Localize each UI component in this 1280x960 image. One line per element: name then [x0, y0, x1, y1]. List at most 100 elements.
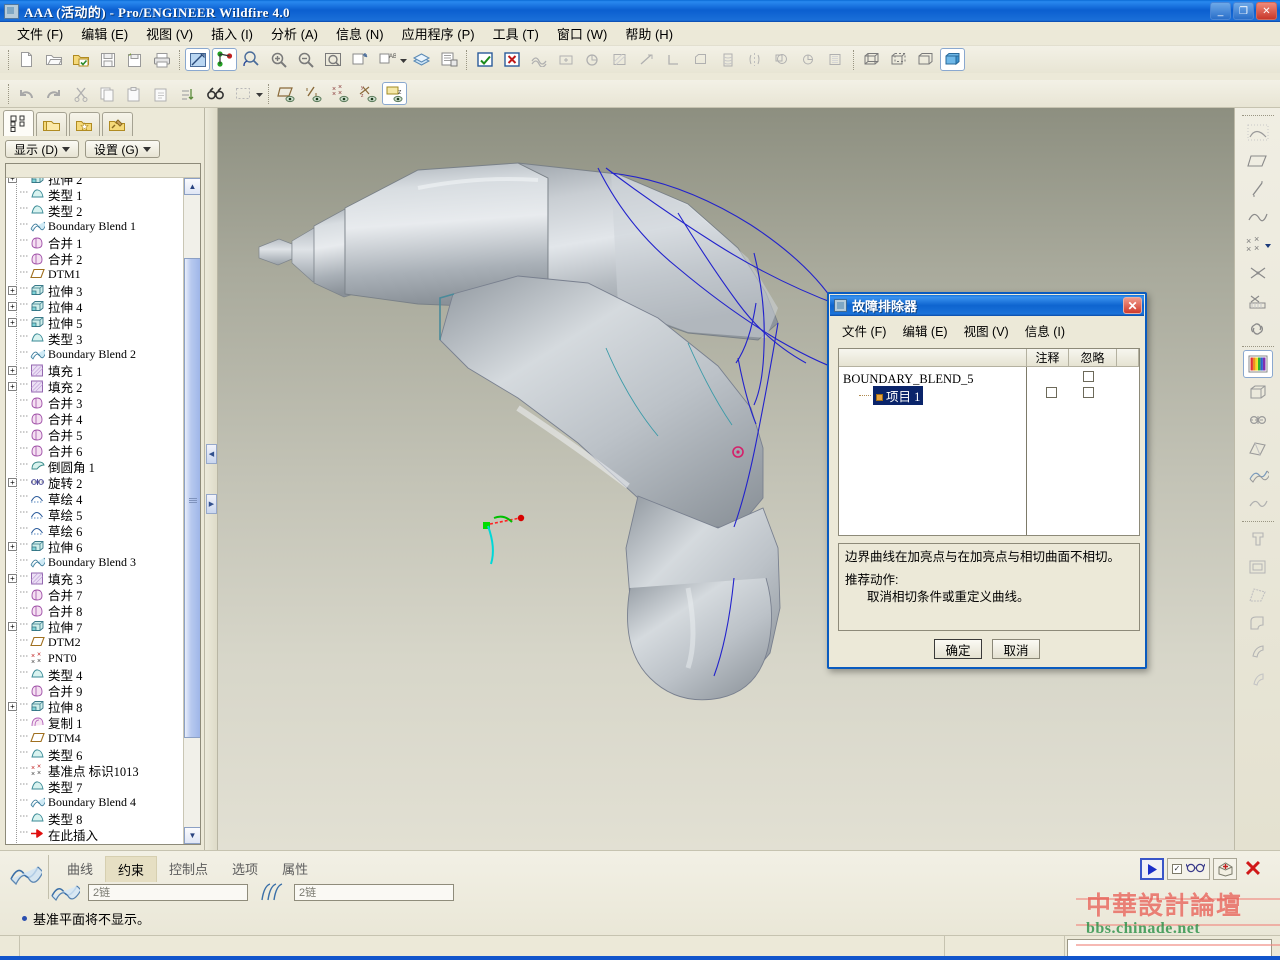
tree-item[interactable]: 草绘 4 [6, 490, 183, 507]
chevron-down-icon[interactable] [256, 87, 264, 101]
menu-window[interactable]: 窗口 (W) [548, 22, 617, 45]
cancel-feature-icon[interactable] [499, 48, 524, 71]
menu-analysis[interactable]: 分析 (A) [262, 22, 327, 45]
selection-filter-icon[interactable] [230, 82, 255, 105]
sweep-feature-icon[interactable] [1243, 434, 1273, 462]
dialog-menu-file[interactable]: 文件 (F) [835, 320, 893, 341]
close-button[interactable]: ✕ [1256, 2, 1277, 20]
scroll-thumb[interactable] [184, 258, 200, 738]
tree-expand-toggle[interactable]: + [8, 477, 17, 487]
new-file-icon[interactable] [14, 48, 39, 71]
chevron-down-icon[interactable] [400, 53, 408, 67]
preview-checkbox[interactable]: ✓ [1172, 864, 1182, 874]
round-feature-icon[interactable] [1243, 609, 1273, 637]
tree-expand-toggle[interactable]: + [8, 541, 17, 551]
splitter-collapse-left[interactable]: ◀ [206, 444, 217, 464]
panel-splitter[interactable]: ◀ ▶ [205, 108, 218, 850]
extrude-tool-icon[interactable] [661, 48, 686, 71]
tree-expand-toggle[interactable]: + [8, 301, 17, 311]
style-feature-icon[interactable] [1243, 490, 1273, 518]
model-player-icon[interactable] [436, 48, 461, 71]
tree-expand-toggle[interactable]: + [8, 365, 17, 375]
failure-child-item[interactable]: 项目 1 [843, 385, 1026, 405]
tree-item[interactable]: + 拉伸 3 [6, 282, 183, 299]
dialog-menu-view[interactable]: 视图 (V) [957, 320, 1016, 341]
tree-item[interactable]: 类型 7 [6, 778, 183, 795]
datum-axis-icon[interactable] [1243, 175, 1273, 203]
tree-expand-toggle[interactable]: + [8, 621, 17, 631]
tree-item[interactable]: Boundary Blend 3 [6, 554, 183, 570]
sweep-tool-icon[interactable] [634, 48, 659, 71]
first-direction-chain-field[interactable]: 2链 [88, 883, 248, 901]
menu-view[interactable]: 视图 (V) [137, 22, 202, 45]
tree-item[interactable]: + 拉伸 8 [6, 698, 183, 715]
coordinate-system-display-icon[interactable]: yz [355, 82, 380, 105]
undo-icon[interactable] [14, 82, 39, 105]
revolve-tool-icon[interactable] [580, 48, 605, 71]
draft-feature-icon[interactable] [1243, 581, 1273, 609]
tree-item[interactable]: Boundary Blend 4 [6, 794, 183, 810]
chamfer-tool-icon[interactable] [796, 48, 821, 71]
tree-item[interactable]: + 拉伸 6 [6, 538, 183, 555]
maximize-button[interactable]: ❐ [1233, 2, 1254, 20]
tree-item[interactable]: DTM2 [6, 634, 183, 650]
save-a-copy-icon[interactable] [122, 48, 147, 71]
no-hidden-display-icon[interactable] [913, 48, 938, 71]
tree-item[interactable]: + 填充 1 [6, 362, 183, 379]
menu-file[interactable]: 文件 (F) [8, 22, 72, 45]
extrude-feature-icon[interactable] [1243, 378, 1273, 406]
accept-feature-icon[interactable] [472, 48, 497, 71]
tree-item[interactable]: 类型 1 [6, 186, 183, 203]
revolve-feature-icon[interactable] [1243, 406, 1273, 434]
tree-item[interactable]: + 填充 3 [6, 570, 183, 587]
menu-edit[interactable]: 编辑 (E) [72, 22, 137, 45]
tree-item[interactable]: 合并 8 [6, 602, 183, 619]
column-header-note[interactable]: 注释 [1027, 349, 1069, 366]
tree-item[interactable]: + 拉伸 2 [6, 178, 183, 187]
tab-favorites[interactable] [69, 112, 100, 136]
repaint-icon[interactable] [185, 48, 210, 71]
tree-item[interactable]: + 拉伸 5 [6, 314, 183, 331]
draft-tool-icon[interactable] [823, 48, 848, 71]
coordinate-system-icon[interactable] [1243, 287, 1273, 315]
datum-plane-display-icon[interactable] [274, 82, 299, 105]
ignore-checkbox-child[interactable] [1083, 387, 1094, 398]
appearance-gallery-icon[interactable] [1242, 350, 1273, 378]
print-icon[interactable] [149, 48, 174, 71]
dialog-list-body[interactable]: BOUNDARY_BLEND_5 项目 1 [839, 367, 1139, 535]
model-tree-scrollbar[interactable]: ▲ ▼ [183, 178, 200, 844]
tree-expand-toggle[interactable]: + [8, 317, 17, 327]
copy-icon[interactable] [95, 82, 120, 105]
shell-tool-icon[interactable] [688, 48, 713, 71]
tree-item[interactable]: Boundary Blend 2 [6, 346, 183, 362]
redo-icon[interactable] [41, 82, 66, 105]
tree-item[interactable]: 复制 1 [6, 714, 183, 731]
style-surface-icon[interactable] [526, 48, 551, 71]
tree-item[interactable]: × × × × PNT0 [6, 650, 183, 666]
note-checkbox-child[interactable] [1046, 387, 1057, 398]
offset-point-icon[interactable] [1243, 259, 1273, 287]
annotation-display-icon[interactable]: z [382, 82, 407, 105]
tree-item[interactable]: + 旋转 2 [6, 474, 183, 491]
shaded-display-icon[interactable] [940, 48, 965, 71]
tab-model-tree[interactable] [3, 110, 34, 136]
tree-item[interactable]: 在此插入 [6, 826, 183, 843]
reference-chain-icon[interactable] [1243, 315, 1273, 343]
tree-item[interactable]: 倒圆角 1 [6, 458, 183, 475]
show-menu-button[interactable]: 显示 (D) [5, 140, 79, 158]
tree-expand-toggle[interactable]: + [8, 285, 17, 295]
column-header-ignore[interactable]: 忽略 [1069, 349, 1117, 366]
zoom-window-icon[interactable] [320, 48, 345, 71]
refit-icon[interactable] [239, 48, 264, 71]
dialog-menu-info[interactable]: 信息 (I) [1018, 320, 1072, 341]
regenerate-icon[interactable] [176, 82, 201, 105]
view-orientation-icon[interactable]: AB [374, 48, 399, 71]
datum-curve-icon[interactable] [1243, 203, 1273, 231]
tree-item[interactable]: 类型 2 [6, 202, 183, 219]
datum-plane-tool-icon[interactable] [553, 48, 578, 71]
tree-item[interactable]: DTM4 [6, 730, 183, 746]
ignore-checkbox-root[interactable] [1083, 371, 1094, 382]
tree-item[interactable]: DTM1 [6, 266, 183, 282]
tree-expand-toggle[interactable]: + [8, 178, 17, 183]
tree-expand-toggle[interactable]: + [8, 573, 17, 583]
